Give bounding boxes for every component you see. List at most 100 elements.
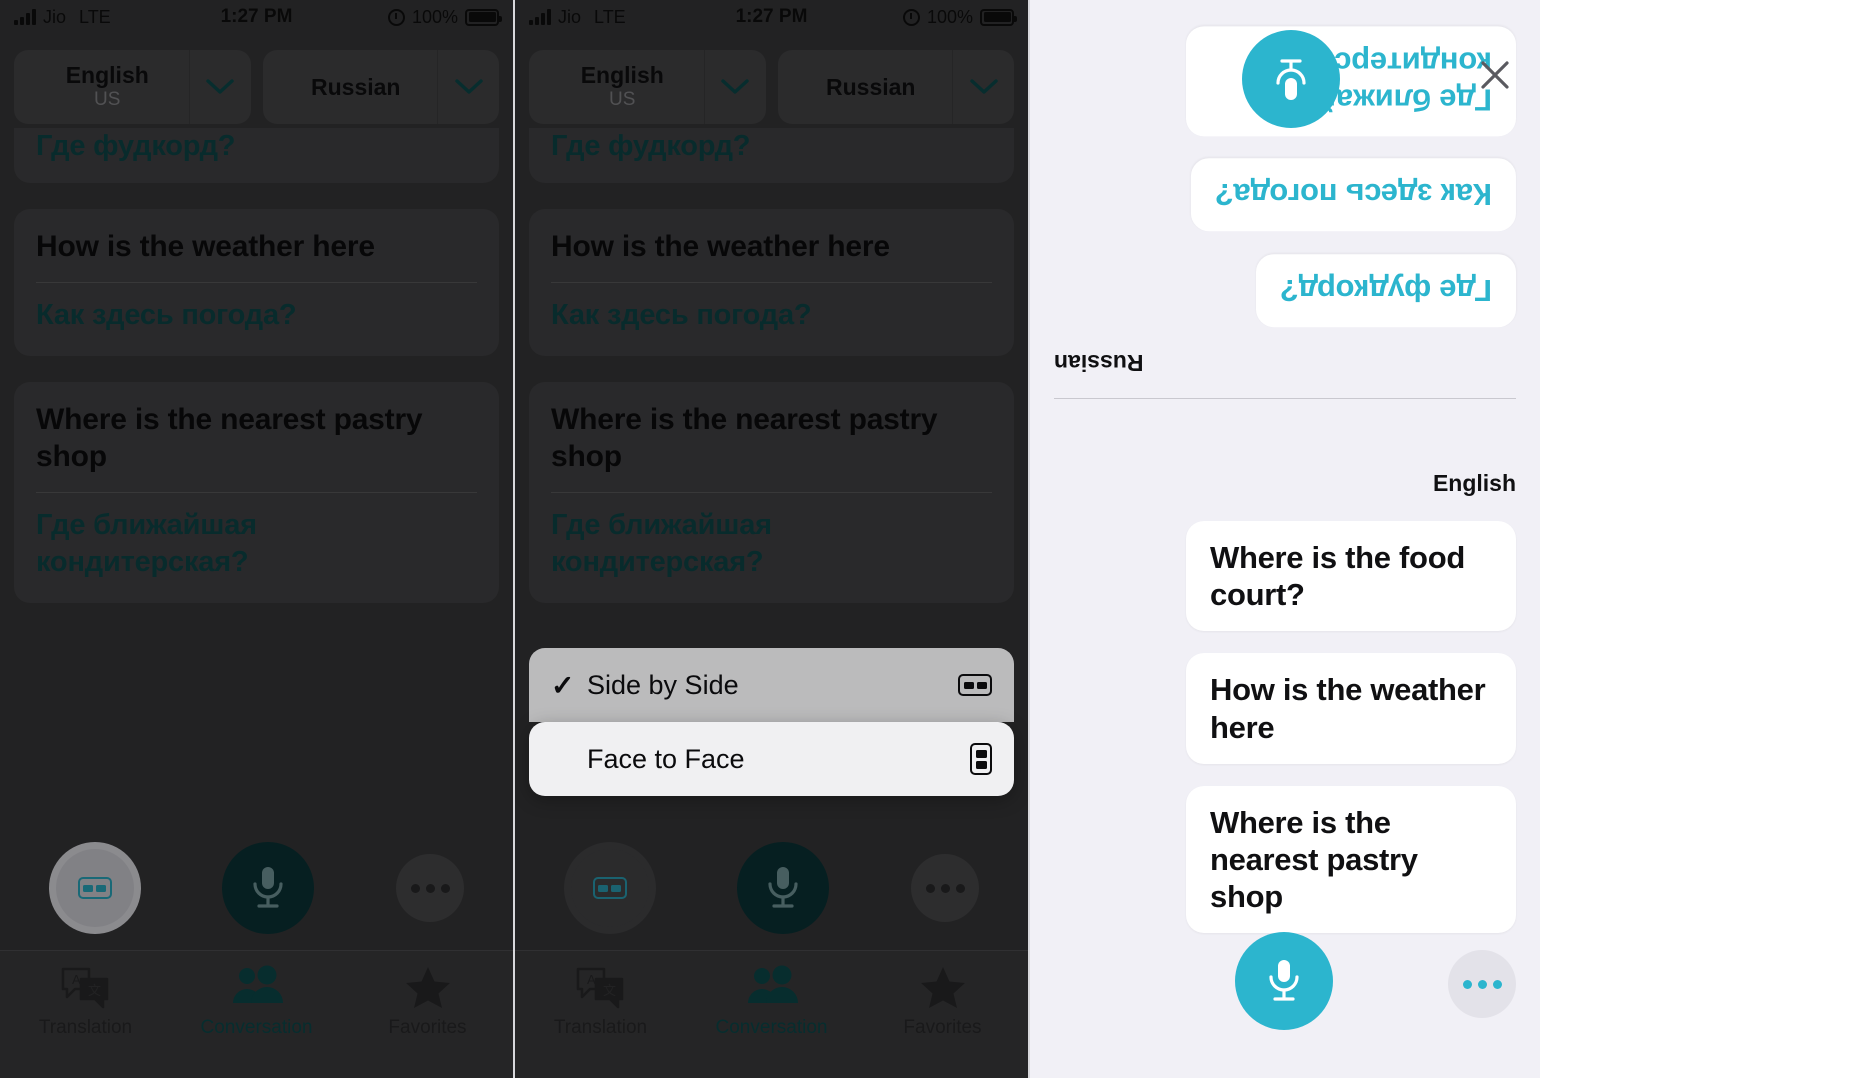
more-options-button[interactable] (1448, 950, 1516, 1018)
menu-item-face-to-face[interactable]: Face to Face (529, 722, 1014, 796)
conversation-list[interactable]: Где фудкорд? How is the weather here Как… (515, 128, 1028, 604)
top-language-row: Russian (1054, 349, 1516, 376)
battery-icon (465, 8, 502, 26)
chevron-down-icon[interactable] (952, 50, 1014, 124)
bubble-row: Where is the food court? (1054, 521, 1516, 632)
tab-favorites[interactable]: Favorites (857, 965, 1028, 1039)
status-bar: Jio LTE 1:27 PM 100% (515, 0, 1028, 34)
conversation-card[interactable]: Where is the nearest pastry shop Где бли… (14, 382, 499, 604)
tab-label: Favorites (903, 1017, 982, 1038)
card-translated-text: Как здесь погода? (36, 299, 297, 331)
chevron-down-icon[interactable] (188, 50, 251, 124)
tab-conversation[interactable]: Conversation (171, 965, 342, 1039)
face-to-face-icon (970, 743, 992, 775)
tab-translation[interactable]: A 文 Translation (0, 965, 171, 1039)
bottom-controls (515, 842, 1028, 934)
card-source-text: Where is the nearest pastry shop (551, 403, 938, 473)
microphone-button[interactable] (222, 842, 315, 934)
svg-text:A: A (72, 972, 81, 987)
close-button[interactable] (1478, 58, 1512, 92)
side-by-side-icon (592, 877, 627, 899)
more-ellipsis-icon (925, 883, 935, 893)
card-translated-text: Где ближайшая кондитерская? (36, 508, 257, 578)
conversation-card[interactable]: Где фудкорд? (14, 128, 499, 184)
svg-text:文: 文 (88, 983, 101, 998)
layout-toggle-button[interactable] (48, 842, 141, 934)
status-bar-right: 100% (387, 7, 502, 28)
target-language-name: Russian (311, 73, 401, 100)
tab-label: Favorites (388, 1017, 467, 1038)
phone-panel-face-to-face: Где ближайшая кондитерская? Как здесь по… (1030, 0, 1540, 1078)
network-label: LTE (79, 6, 111, 27)
more-options-button[interactable] (911, 854, 980, 922)
microphone-button-top[interactable] (1242, 30, 1340, 128)
more-ellipsis-icon (425, 883, 435, 893)
check-icon: ✓ (551, 669, 575, 701)
target-language-selector[interactable]: Russian (262, 50, 499, 124)
conversation-card[interactable]: Where is the nearest pastry shop Где бли… (529, 382, 1014, 604)
source-bubble[interactable]: How is the weather here (1186, 653, 1516, 764)
source-language-selector[interactable]: English US (14, 50, 251, 124)
carrier-label: Jio (43, 6, 67, 27)
source-bubble[interactable]: Where is the nearest pastry shop (1186, 785, 1516, 934)
translated-bubble[interactable]: Как здесь погода? (1191, 158, 1516, 232)
screenshot-stage: Jio LTE 1:27 PM 100% English US Russian … (0, 0, 1850, 1078)
top-language-label: Russian (1054, 349, 1144, 376)
chevron-down-icon[interactable] (703, 50, 766, 124)
source-bubble[interactable]: Where is the food court? (1186, 521, 1516, 632)
conversation-card[interactable]: Где фудкорд? (529, 128, 1014, 184)
bubble-row: How is the weather here (1054, 653, 1516, 764)
more-ellipsis-icon (410, 883, 420, 893)
orientation-lock-icon (902, 8, 920, 26)
layout-context-menu[interactable]: ✓ Side by Side Face to Face (529, 648, 1014, 796)
bottom-language-label: English (1432, 470, 1516, 496)
source-language-selector[interactable]: English US (529, 50, 766, 124)
microphone-button[interactable] (737, 842, 830, 934)
translate-icon: A 文 (576, 965, 626, 1009)
phone-panel-side-by-side: Jio LTE 1:27 PM 100% English US Russian … (0, 0, 513, 1078)
menu-item-label: Face to Face (587, 743, 745, 774)
center-divider (1054, 397, 1516, 399)
tab-translation[interactable]: A 文 Translation (515, 965, 686, 1039)
tab-label: Translation (553, 1017, 648, 1038)
source-language-name: English (65, 61, 149, 88)
people-icon (231, 965, 283, 1009)
chevron-down-icon[interactable] (437, 50, 499, 124)
tab-label: Conversation (715, 1017, 828, 1038)
conversation-card[interactable]: How is the weather here Как здесь погода… (529, 209, 1014, 357)
battery-icon (980, 8, 1017, 26)
target-language-selector[interactable]: Russian (777, 50, 1014, 124)
conversation-list[interactable]: Где фудкорд? How is the weather here Как… (0, 128, 513, 604)
tab-favorites[interactable]: Favorites (342, 965, 513, 1039)
translated-bubble[interactable]: Где ближайшая кондитерская? (1186, 26, 1516, 137)
svg-text:A: A (587, 972, 596, 987)
card-translated-text: Как здесь погода? (551, 299, 812, 331)
language-selector-bar: English US Russian (0, 34, 513, 136)
microphone-button-bottom[interactable] (1235, 932, 1333, 1030)
target-language-name: Russian (826, 73, 916, 100)
people-icon (746, 965, 798, 1009)
side-by-side-icon (958, 674, 992, 696)
more-ellipsis-icon (440, 883, 450, 893)
status-bar: Jio LTE 1:27 PM 100% (0, 0, 513, 34)
tab-label: Translation (38, 1017, 133, 1038)
side-by-side-icon (77, 877, 112, 899)
star-icon (920, 965, 966, 1009)
menu-item-side-by-side[interactable]: ✓ Side by Side (529, 648, 1014, 722)
more-ellipsis-icon (955, 883, 965, 893)
card-source-text: How is the weather here (36, 230, 375, 264)
card-divider (36, 491, 477, 493)
status-bar-left: Jio LTE (529, 7, 626, 28)
status-bar-right: 100% (902, 7, 1017, 28)
microphone-icon (253, 867, 284, 908)
translated-bubble[interactable]: Где фудкорд? (1255, 253, 1516, 327)
conversation-card[interactable]: How is the weather here Как здесь погода… (14, 209, 499, 357)
more-ellipsis-icon (940, 883, 950, 893)
card-divider (36, 282, 477, 283)
phone-panel-context-menu: Jio LTE 1:27 PM 100% English US Russian … (515, 0, 1028, 1078)
more-ellipsis-icon (1462, 979, 1472, 989)
bubble-row: Как здесь погода? (1054, 158, 1516, 232)
layout-toggle-button[interactable] (563, 842, 656, 934)
more-options-button[interactable] (396, 854, 465, 922)
tab-conversation[interactable]: Conversation (686, 965, 857, 1039)
